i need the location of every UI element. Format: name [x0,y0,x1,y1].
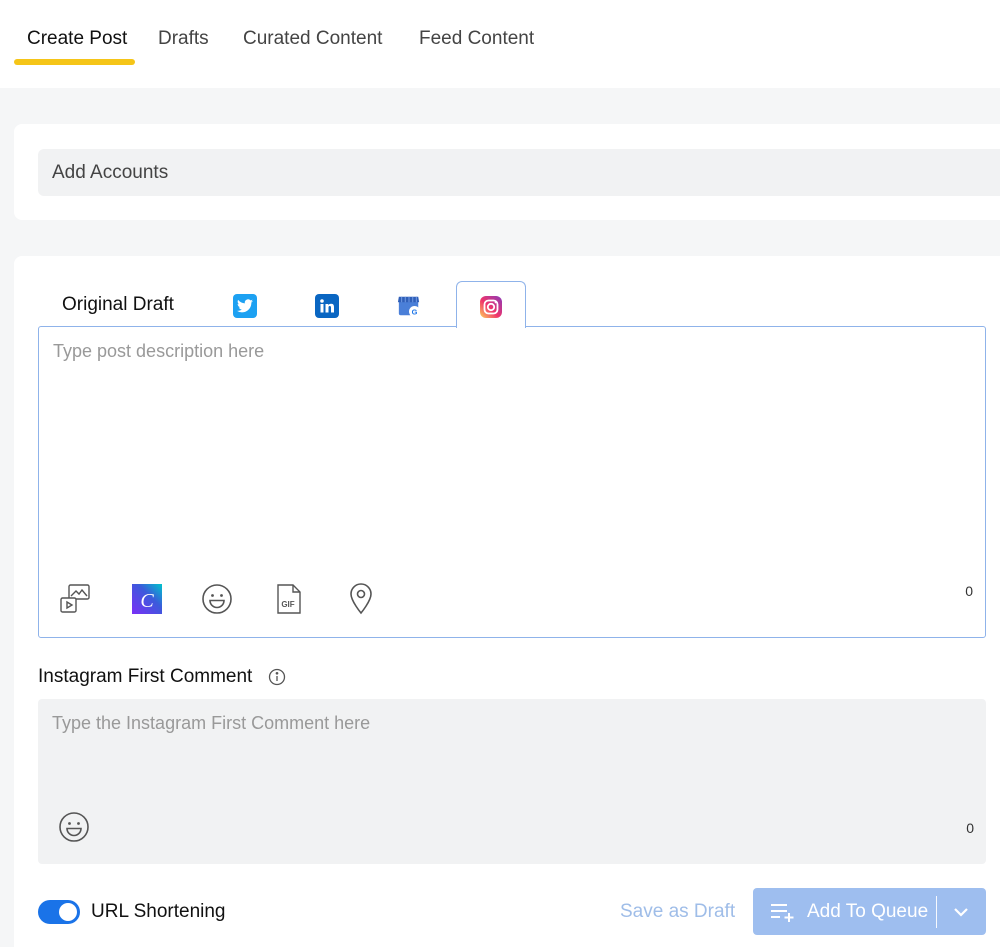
post-editor-card: Original Draft G Type post description h… [14,256,1000,947]
save-as-draft-button[interactable]: Save as Draft [620,901,735,923]
accounts-card: Add Accounts [14,124,1000,220]
canva-icon[interactable]: C [131,583,163,615]
emoji-icon[interactable] [201,583,233,615]
google-business-icon[interactable]: G [397,294,421,318]
first-comment-label: Instagram First Comment [38,666,253,687]
add-to-queue-button[interactable]: Add To Queue [753,888,986,935]
tab-instagram[interactable] [456,281,526,328]
add-to-queue-label: Add To Queue [807,901,929,922]
first-comment-box[interactable]: Type the Instagram First Comment here 0 [38,699,986,864]
toggle-knob [59,903,77,921]
tab-feed-content[interactable]: Feed Content [419,28,534,50]
gif-icon[interactable]: GIF [273,583,305,615]
url-shortening-label: URL Shortening [91,901,226,922]
media-icon[interactable] [59,583,91,615]
post-description-box[interactable]: Type post description here C GIF 0 [38,326,986,638]
first-comment-placeholder: Type the Instagram First Comment here [52,713,371,733]
tab-create-post[interactable]: Create Post [27,28,127,50]
add-accounts-field[interactable]: Add Accounts [38,149,1000,196]
active-tab-indicator [14,59,135,65]
post-description-placeholder: Type post description here [53,341,265,361]
comment-emoji-icon[interactable] [58,811,90,843]
info-icon[interactable] [268,668,286,686]
chevron-down-icon[interactable] [951,902,971,922]
description-char-count: 0 [965,583,973,599]
button-divider [936,896,937,928]
queue-add-icon [769,901,797,923]
tab-curated-content[interactable]: Curated Content [243,28,382,50]
svg-text:G: G [412,307,418,316]
top-navigation: Create Post Drafts Curated Content Feed … [0,0,1000,88]
url-shortening-toggle[interactable] [38,900,80,924]
first-comment-char-count: 0 [966,820,974,836]
tab-original-draft[interactable]: Original Draft [62,294,174,316]
twitter-icon[interactable] [233,294,257,318]
location-icon[interactable] [345,583,377,615]
svg-text:GIF: GIF [281,600,294,609]
svg-text:C: C [140,590,154,612]
linkedin-icon[interactable] [315,294,339,318]
tab-drafts[interactable]: Drafts [158,28,209,50]
instagram-icon [479,295,503,319]
